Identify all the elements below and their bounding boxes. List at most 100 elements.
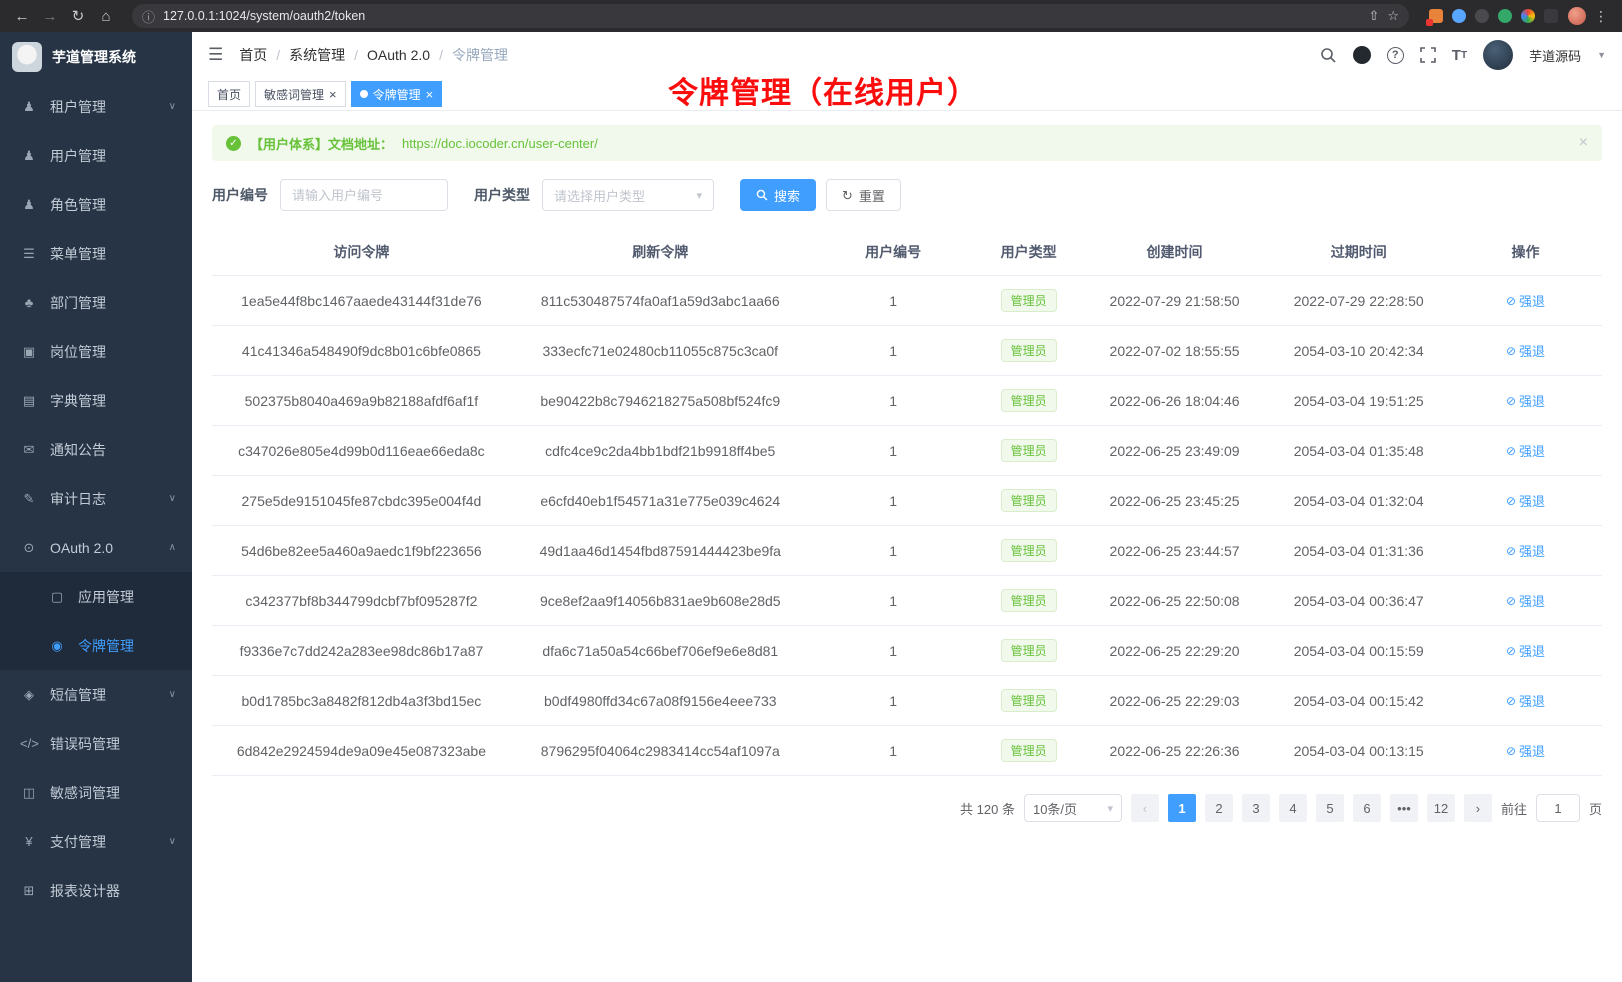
font-size-icon[interactable]: TT bbox=[1452, 47, 1467, 64]
force-logout-button[interactable]: ⊘ 强退 bbox=[1506, 541, 1545, 560]
browser-forward-icon[interactable]: → bbox=[38, 4, 62, 28]
user-type-select[interactable]: 请选择用户类型 ▾ bbox=[542, 179, 714, 211]
expire-time-cell: 2054-03-10 20:42:34 bbox=[1268, 326, 1449, 376]
prev-page-button[interactable]: ‹ bbox=[1131, 794, 1159, 822]
notice-icon: ✉ bbox=[20, 442, 38, 458]
help-icon[interactable]: ? bbox=[1387, 47, 1404, 64]
sidebar-item-post[interactable]: ▣岗位管理 bbox=[0, 327, 192, 376]
action-cell: ⊘ 强退 bbox=[1449, 476, 1602, 526]
browser-menu-icon[interactable]: ⋮ bbox=[1590, 8, 1612, 25]
tab-close-icon[interactable]: × bbox=[426, 88, 434, 101]
access-token-cell: f9336e7c7dd242a283ee98dc86b17a87 bbox=[212, 626, 511, 676]
sidebar-item-app[interactable]: ▢应用管理 bbox=[0, 572, 192, 621]
page-button[interactable]: 1 bbox=[1168, 794, 1196, 822]
refresh-token-cell: b0df4980ffd34c67a08f9156e4eee733 bbox=[511, 676, 810, 726]
user-type-cell: 管理员 bbox=[976, 576, 1080, 626]
created-time-cell: 2022-06-25 23:45:25 bbox=[1081, 476, 1269, 526]
page-button[interactable]: 12 bbox=[1427, 794, 1455, 822]
search-button[interactable]: 搜索 bbox=[740, 179, 816, 211]
doc-link[interactable]: https://doc.iocoder.cn/user-center/ bbox=[402, 136, 598, 151]
sidebar-item-audit[interactable]: ✎审计日志∨ bbox=[0, 474, 192, 523]
tab-label: 首页 bbox=[217, 86, 241, 103]
force-logout-button[interactable]: ⊘ 强退 bbox=[1506, 391, 1545, 410]
sidebar-item-token[interactable]: ◉令牌管理 bbox=[0, 621, 192, 670]
sidebar-item-tenant[interactable]: ♟租户管理∨ bbox=[0, 82, 192, 131]
tab-close-icon[interactable]: × bbox=[329, 88, 337, 101]
user-id-input[interactable] bbox=[280, 179, 448, 211]
force-logout-button[interactable]: ⊘ 强退 bbox=[1506, 491, 1545, 510]
force-logout-button[interactable]: ⊘ 强退 bbox=[1506, 641, 1545, 660]
breadcrumb-item[interactable]: OAuth 2.0 bbox=[367, 47, 430, 63]
extension-icon[interactable] bbox=[1544, 9, 1558, 23]
tab-item[interactable]: 敏感词管理× bbox=[255, 81, 346, 107]
force-logout-button[interactable]: ⊘ 强退 bbox=[1506, 691, 1545, 710]
browser-home-icon[interactable]: ⌂ bbox=[94, 4, 118, 28]
page-button[interactable]: 2 bbox=[1205, 794, 1233, 822]
created-time-cell: 2022-06-25 22:50:08 bbox=[1081, 576, 1269, 626]
sidebar-item-dept[interactable]: ♣部门管理 bbox=[0, 278, 192, 327]
extension-icon[interactable] bbox=[1452, 9, 1466, 23]
page-button[interactable]: 4 bbox=[1279, 794, 1307, 822]
breadcrumb-item[interactable]: 系统管理 bbox=[289, 45, 345, 65]
site-info-icon[interactable]: ⓘ bbox=[142, 7, 155, 26]
share-icon[interactable]: ⇧ bbox=[1368, 8, 1379, 24]
sidebar-item-label: 短信管理 bbox=[50, 685, 106, 705]
sidebar-toggle-icon[interactable]: ☰ bbox=[208, 45, 223, 65]
url-bar[interactable]: ⓘ 127.0.0.1:1024/system/oauth2/token ⇧ ☆ bbox=[132, 4, 1409, 28]
user-type-badge: 管理员 bbox=[1001, 739, 1057, 762]
tab-item[interactable]: 首页 bbox=[208, 81, 250, 107]
sidebar-item-report[interactable]: ⊞报表设计器 bbox=[0, 866, 192, 915]
sidebar-item-pay[interactable]: ¥支付管理∨ bbox=[0, 817, 192, 866]
goto-page-input[interactable] bbox=[1536, 794, 1580, 822]
browser-reload-icon[interactable]: ↻ bbox=[66, 4, 90, 28]
bookmark-star-icon[interactable]: ☆ bbox=[1387, 8, 1399, 24]
chevron-down-icon[interactable]: ▼ bbox=[1597, 50, 1606, 60]
sidebar-item-sms[interactable]: ◈短信管理∨ bbox=[0, 670, 192, 719]
sidebar-item-label: 报表设计器 bbox=[50, 881, 120, 901]
tab-item[interactable]: 令牌管理× bbox=[351, 81, 443, 107]
user-name[interactable]: 芋道源码 bbox=[1529, 46, 1581, 65]
col-actions: 操作 bbox=[1449, 229, 1602, 276]
breadcrumb-item[interactable]: 首页 bbox=[239, 45, 267, 65]
page-button[interactable]: 6 bbox=[1353, 794, 1381, 822]
page-size-select[interactable]: 10条/页 ▾ bbox=[1024, 794, 1122, 822]
fullscreen-icon[interactable] bbox=[1420, 47, 1436, 63]
sidebar-item-notice[interactable]: ✉通知公告 bbox=[0, 425, 192, 474]
user-type-badge: 管理员 bbox=[1001, 639, 1057, 662]
user-type-cell: 管理员 bbox=[976, 626, 1080, 676]
force-logout-button[interactable]: ⊘ 强退 bbox=[1506, 341, 1545, 360]
user-avatar[interactable] bbox=[1483, 40, 1513, 70]
sidebar-item-errcode[interactable]: </>错误码管理 bbox=[0, 719, 192, 768]
expire-time-cell: 2022-07-29 22:28:50 bbox=[1268, 276, 1449, 326]
next-page-button[interactable]: › bbox=[1464, 794, 1492, 822]
force-logout-button[interactable]: ⊘ 强退 bbox=[1506, 291, 1545, 310]
extension-icon[interactable] bbox=[1498, 9, 1512, 23]
sidebar-item-user[interactable]: ♟用户管理 bbox=[0, 131, 192, 180]
user-type-cell: 管理员 bbox=[976, 526, 1080, 576]
page-button[interactable]: 3 bbox=[1242, 794, 1270, 822]
sidebar-item-sensitive[interactable]: ◫敏感词管理 bbox=[0, 768, 192, 817]
reset-button[interactable]: ↻ 重置 bbox=[826, 179, 901, 211]
force-logout-button[interactable]: ⊘ 强退 bbox=[1506, 591, 1545, 610]
force-logout-button[interactable]: ⊘ 强退 bbox=[1506, 741, 1545, 760]
extension-icon[interactable] bbox=[1429, 9, 1443, 23]
browser-back-icon[interactable]: ← bbox=[10, 4, 34, 28]
sidebar-item-role[interactable]: ♟角色管理 bbox=[0, 180, 192, 229]
table-row: 6d842e2924594de9a09e45e087323abe 8796295… bbox=[212, 726, 1602, 776]
github-icon[interactable] bbox=[1353, 46, 1371, 64]
sidebar-item-dict[interactable]: ▤字典管理 bbox=[0, 376, 192, 425]
browser-profile-avatar[interactable] bbox=[1568, 7, 1586, 25]
alert-close-icon[interactable]: × bbox=[1579, 134, 1588, 152]
sidebar-item-oauth[interactable]: ⊙OAuth 2.0∧ bbox=[0, 523, 192, 572]
extension-icon[interactable] bbox=[1521, 9, 1535, 23]
extension-icon[interactable] bbox=[1475, 9, 1489, 23]
token-table: 访问令牌 刷新令牌 用户编号 用户类型 创建时间 过期时间 操作 1ea5e44… bbox=[212, 229, 1602, 776]
app-logo-row[interactable]: 芋道管理系统 bbox=[0, 32, 192, 82]
col-refresh-token: 刷新令牌 bbox=[511, 229, 810, 276]
search-icon[interactable] bbox=[1320, 47, 1337, 64]
force-logout-button[interactable]: ⊘ 强退 bbox=[1506, 441, 1545, 460]
user-id-cell: 1 bbox=[810, 276, 977, 326]
page-more-button[interactable]: ••• bbox=[1390, 794, 1418, 822]
page-button[interactable]: 5 bbox=[1316, 794, 1344, 822]
sidebar-item-menu[interactable]: ☰菜单管理 bbox=[0, 229, 192, 278]
